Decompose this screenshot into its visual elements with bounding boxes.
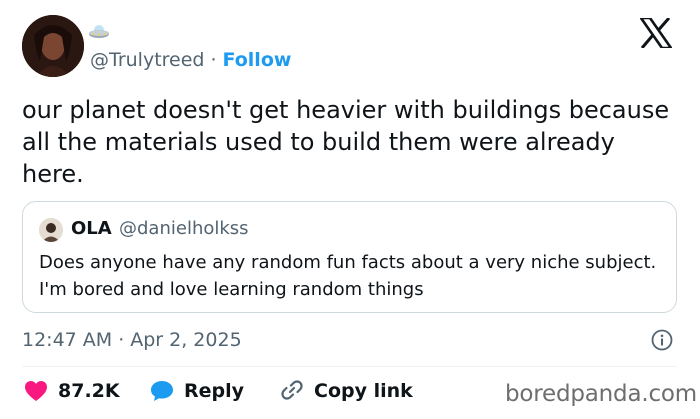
follow-button[interactable]: Follow <box>223 49 292 71</box>
heart-icon <box>25 381 47 401</box>
quote-author-handle: @danielholkss <box>119 218 249 239</box>
handle-separator: · <box>210 49 217 71</box>
quote-text: Does anyone have any random fun facts ab… <box>39 252 657 300</box>
like-count: 87.2K <box>58 380 120 402</box>
watermark: boredpanda.com <box>505 381 697 407</box>
author-avatar[interactable] <box>22 15 84 77</box>
reply-bubble-icon <box>151 381 173 401</box>
copy-link-button[interactable]: Copy link <box>280 378 413 404</box>
author-handle[interactable]: @Trulytreed <box>90 49 204 71</box>
link-icon <box>281 380 303 400</box>
timestamp-row: 12:47 AM · Apr 2, 2025 <box>22 328 242 352</box>
ufo-icon <box>88 22 110 42</box>
quote-author-name: OLA <box>71 218 112 239</box>
reply-button[interactable]: Reply <box>150 378 244 404</box>
author-row: @Trulytreed · Follow <box>90 48 291 72</box>
tweet-date[interactable]: Apr 2, 2025 <box>130 329 241 351</box>
divider <box>22 366 677 367</box>
quoted-tweet[interactable]: OLA @danielholkss Does anyone have any r… <box>22 201 677 313</box>
tweet-card: @Trulytreed · Follow our planet doesn't ge… <box>0 0 700 419</box>
info-icon[interactable] <box>651 329 673 351</box>
x-logo-icon[interactable] <box>638 16 674 50</box>
quote-avatar[interactable] <box>39 218 63 242</box>
tweet-text: our planet doesn't get heavier with buil… <box>22 96 670 188</box>
like-button[interactable]: 87.2K <box>24 378 120 404</box>
timestamp-separator: · <box>118 329 125 351</box>
reply-label: Reply <box>184 380 245 402</box>
tweet-time[interactable]: 12:47 AM <box>22 329 112 351</box>
copy-link-label: Copy link <box>314 380 413 402</box>
